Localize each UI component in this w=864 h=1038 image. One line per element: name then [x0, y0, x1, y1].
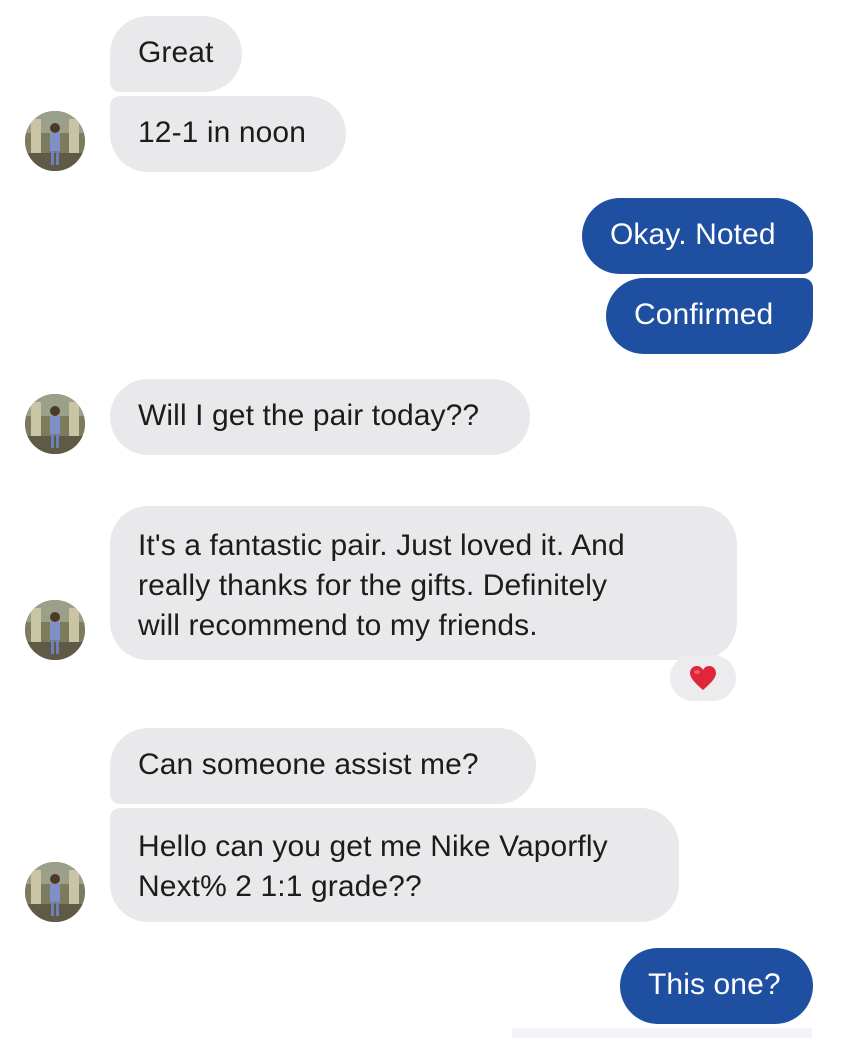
message-text: Will I get the pair today??: [138, 399, 480, 432]
message-text: Confirmed: [634, 298, 774, 331]
message-text-line: Hello can you get me Nike Vaporfly: [138, 830, 608, 863]
message-text-line: It's a fantastic pair. Just loved it. An…: [138, 529, 625, 562]
message-bubble-incoming[interactable]: It's a fantastic pair. Just loved it. An…: [110, 506, 737, 660]
message-text-line: will recommend to my friends.: [138, 609, 538, 642]
message-text: 12-1 in noon: [138, 116, 307, 149]
avatar-photo-icon: [25, 600, 85, 660]
message-text: Can someone assist me?: [138, 748, 479, 781]
message-text: Okay. Noted: [610, 218, 776, 251]
contact-avatar[interactable]: [25, 394, 85, 454]
contact-avatar[interactable]: [25, 600, 85, 660]
message-bubble-outgoing[interactable]: Okay. Noted: [582, 198, 813, 274]
message-bubble-outgoing[interactable]: This one?: [620, 948, 813, 1024]
message-bubble-incoming[interactable]: Can someone assist me?: [110, 728, 536, 804]
message-text-line: Next% 2 1:1 grade??: [138, 870, 422, 903]
message-bubble-outgoing[interactable]: Confirmed: [606, 278, 813, 354]
contact-avatar[interactable]: [25, 862, 85, 922]
avatar-photo-icon: [25, 394, 85, 454]
message-text: Great: [138, 36, 214, 69]
avatar-photo-icon: [25, 111, 85, 171]
heart-icon: [690, 666, 716, 690]
message-bubble-incoming[interactable]: 12-1 in noon: [110, 96, 346, 172]
message-bubble-incoming[interactable]: Hello can you get me Nike Vaporfly Next%…: [110, 808, 679, 922]
message-bubble-incoming[interactable]: Great: [110, 16, 242, 92]
message-text: This one?: [648, 968, 781, 1001]
bottom-edge-fade: [512, 1028, 812, 1038]
message-bubble-incoming[interactable]: Will I get the pair today??: [110, 379, 530, 455]
contact-avatar[interactable]: [25, 111, 85, 171]
avatar-photo-icon: [25, 862, 85, 922]
message-text-line: really thanks for the gifts. Definitely: [138, 569, 608, 602]
message-reaction[interactable]: [670, 655, 736, 701]
